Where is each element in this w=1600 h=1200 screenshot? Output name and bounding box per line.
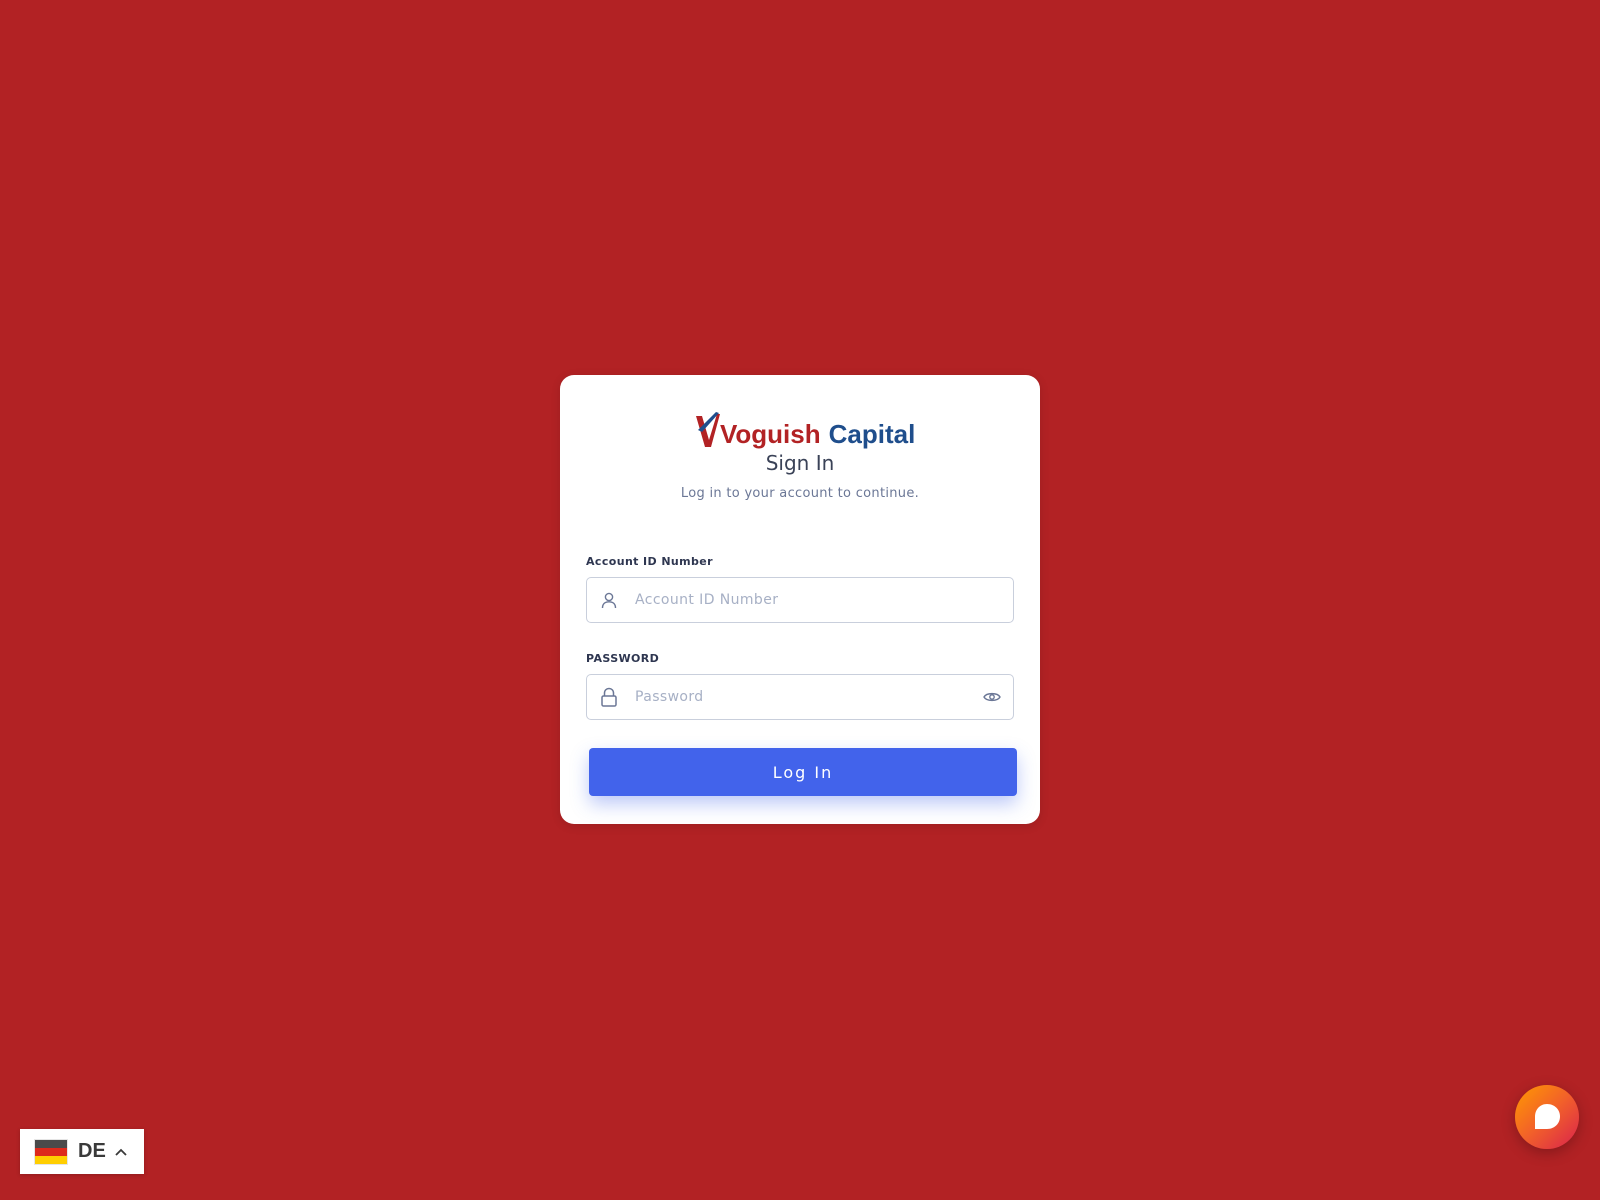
logo-v-mark-icon	[696, 412, 720, 447]
language-switcher[interactable]: DE	[20, 1129, 144, 1174]
logo-wordmark: Voguish Capital	[720, 420, 915, 448]
chat-bubble-icon	[1535, 1104, 1560, 1129]
chevron-up-icon	[114, 1147, 128, 1157]
password-field[interactable]	[586, 674, 1014, 720]
password-label: PASSWORD	[586, 652, 660, 665]
page-subtitle: Log in to your account to continue.	[680, 486, 920, 501]
user-icon	[599, 590, 619, 610]
account-id-label: Account ID Number	[586, 555, 713, 568]
brand-logo: Voguish Capital	[696, 408, 915, 448]
chat-button[interactable]	[1515, 1085, 1579, 1149]
eye-icon[interactable]	[981, 686, 1003, 708]
language-code: DE	[78, 1140, 106, 1162]
login-card: Voguish Capital Sign In Log in to your ac…	[560, 375, 1040, 824]
account-id-field[interactable]	[586, 577, 1014, 623]
login-button[interactable]: Log In	[589, 748, 1017, 796]
lock-icon	[599, 687, 619, 707]
logo-word-voguish: Voguish	[720, 419, 821, 449]
logo-word-capital: Capital	[828, 419, 916, 449]
account-id-input[interactable]	[633, 577, 1013, 623]
germany-flag-icon	[35, 1139, 67, 1164]
password-input[interactable]	[633, 674, 981, 720]
page-title: Sign In	[765, 451, 835, 475]
